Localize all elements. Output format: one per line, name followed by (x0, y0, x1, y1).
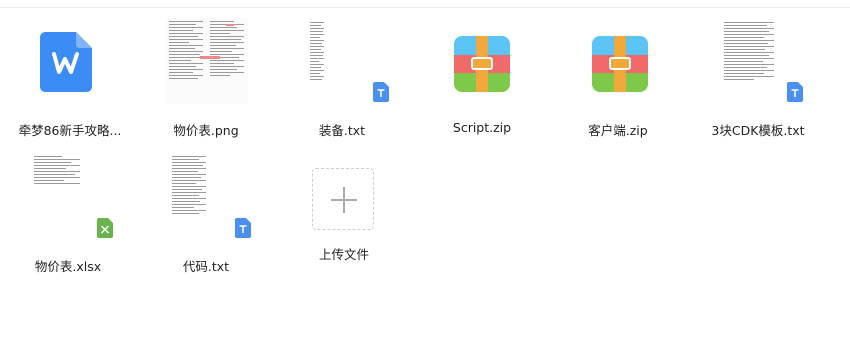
zip-file-icon (454, 36, 510, 92)
txt-badge-icon (235, 218, 251, 238)
top-divider (0, 7, 850, 8)
txt-badge-icon (787, 82, 803, 102)
upload-label[interactable]: 上传文件 (274, 244, 414, 263)
excel-badge-icon (97, 218, 113, 238)
word-file-icon (40, 32, 92, 92)
file-name: 代码.txt (182, 259, 230, 274)
zip-file-icon (592, 36, 648, 92)
file-name: Script.zip (452, 120, 512, 135)
file-item-equipment-txt[interactable]: 装备.txt (276, 16, 406, 138)
file-name: 3块CDK模板.txt (711, 123, 805, 138)
file-name: 物价表.png (173, 123, 239, 138)
file-item-client-zip[interactable]: 客户端.zip (552, 16, 682, 138)
file-name: 客户端.zip (588, 123, 648, 138)
file-item-price-xlsx[interactable]: 物价表.xlsx (0, 152, 130, 274)
file-name: 物价表.xlsx (34, 259, 102, 274)
image-thumbnail (166, 18, 248, 104)
upload-plus-button[interactable] (312, 168, 374, 230)
file-item-cdk-template-txt[interactable]: 3块CDK模板.txt (690, 16, 820, 138)
file-item-price-png[interactable]: 物价表.png (138, 16, 268, 138)
file-item-word-guide[interactable]: 牵梦86新手攻略... (0, 16, 130, 138)
file-name: 牵梦86新手攻略... (18, 123, 122, 138)
file-name: 装备.txt (318, 123, 366, 138)
file-item-script-zip[interactable]: Script.zip (414, 16, 544, 135)
txt-badge-icon (373, 82, 389, 102)
file-item-code-txt[interactable]: 代码.txt (138, 152, 268, 274)
